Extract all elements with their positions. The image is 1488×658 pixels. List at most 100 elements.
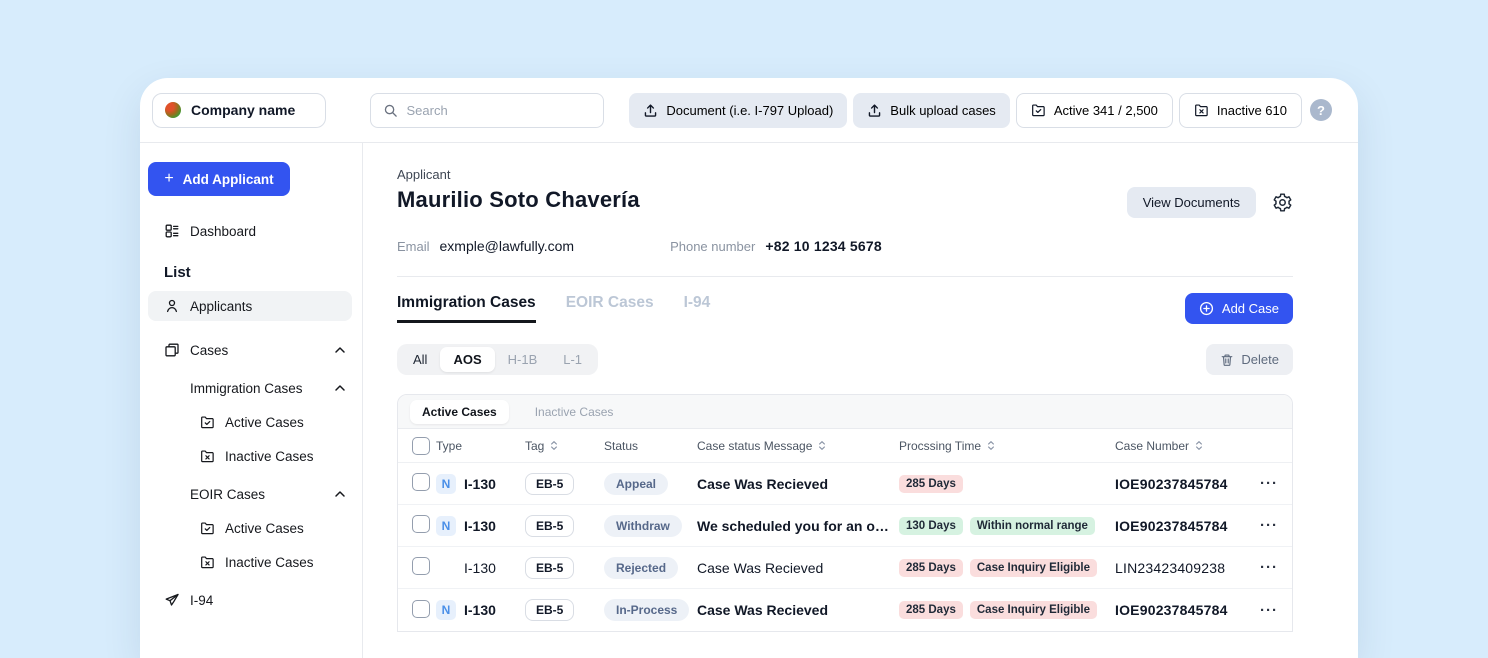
case-type: I-130 [464, 518, 496, 534]
plus-icon: + [164, 171, 173, 187]
select-all-checkbox[interactable] [412, 437, 430, 455]
sidebar-item-cases[interactable]: Cases [148, 335, 352, 365]
case-status-message: Case Was Recieved [697, 602, 899, 618]
chevron-up-icon[interactable] [334, 384, 346, 392]
tab-immigration-cases[interactable]: Immigration Cases [397, 294, 536, 323]
circle-plus-icon [1199, 301, 1214, 316]
sidebar-item-immigration-active-cases[interactable]: Active Cases [148, 407, 352, 437]
help-icon[interactable]: ? [1310, 99, 1332, 121]
bulk-upload-button[interactable]: Bulk upload cases [853, 93, 1010, 128]
app-window: Company name Document (i.e. I-797 Upload… [140, 78, 1358, 658]
company-logo [165, 102, 181, 118]
trash-icon [1220, 353, 1234, 367]
table-row[interactable]: N I-130 EB-5 Appeal Case Was Recieved 28… [398, 463, 1292, 505]
sidebar-item-applicants[interactable]: Applicants [148, 291, 352, 321]
gear-icon[interactable] [1272, 192, 1293, 213]
column-case-status-message[interactable]: Case status Message [697, 439, 899, 453]
folder-x-icon [200, 555, 215, 570]
dashboard-icon [164, 223, 180, 239]
active-cases-counter-button[interactable]: Active 341 / 2,500 [1016, 93, 1173, 128]
filter-all[interactable]: All [400, 347, 440, 372]
tag-pill: EB-5 [525, 557, 574, 579]
row-checkbox[interactable] [412, 557, 430, 575]
sort-icon[interactable] [1194, 440, 1204, 451]
person-icon [164, 298, 180, 314]
table-row[interactable]: N I-130 EB-5 In-Process Case Was Recieve… [398, 589, 1292, 631]
tab-eoir-cases[interactable]: EOIR Cases [566, 294, 654, 323]
tab-inactive-cases[interactable]: Inactive Cases [523, 400, 626, 424]
inactive-cases-counter-button[interactable]: Inactive 610 [1179, 93, 1302, 128]
filter-aos[interactable]: AOS [440, 347, 494, 372]
status-badge: Rejected [604, 557, 678, 579]
chevron-up-icon[interactable] [334, 346, 346, 354]
main-content: Applicant Maurilio Soto Chavería View Do… [363, 143, 1358, 658]
processing-note-badge: Case Inquiry Eligible [970, 559, 1097, 577]
status-badge: Appeal [604, 473, 668, 495]
tab-i94[interactable]: I-94 [684, 294, 711, 323]
status-badge: Withdraw [604, 515, 682, 537]
tab-active-cases[interactable]: Active Cases [410, 400, 509, 424]
search-box[interactable] [370, 93, 604, 128]
processing-time-badge: 285 Days [899, 559, 963, 577]
search-input[interactable] [406, 103, 591, 118]
sort-icon[interactable] [549, 440, 559, 451]
folder-x-icon [200, 449, 215, 464]
status-badge: In-Process [604, 599, 689, 621]
sort-icon[interactable] [817, 440, 827, 451]
case-status-message: Case Was Recieved [697, 560, 899, 576]
email-label: Email [397, 239, 430, 254]
row-checkbox[interactable] [412, 473, 430, 491]
chevron-up-icon[interactable] [334, 490, 346, 498]
column-type: Type [436, 439, 525, 453]
phone-label: Phone number [670, 239, 755, 254]
column-processing-time[interactable]: Procssing Time [899, 439, 1115, 453]
document-upload-button[interactable]: Document (i.e. I-797 Upload) [629, 93, 847, 128]
row-checkbox[interactable] [412, 600, 430, 618]
sidebar-item-immigration-inactive-cases[interactable]: Inactive Cases [148, 441, 352, 471]
filter-l1[interactable]: L-1 [550, 347, 595, 372]
column-tag[interactable]: Tag [525, 439, 604, 453]
row-menu-button[interactable]: ··· [1260, 517, 1278, 534]
row-menu-button[interactable]: ··· [1260, 559, 1278, 576]
delete-button[interactable]: Delete [1206, 344, 1293, 375]
case-number: IOE90237845784 [1115, 602, 1260, 618]
row-checkbox[interactable] [412, 515, 430, 533]
sort-icon[interactable] [986, 440, 996, 451]
case-type: I-130 [464, 602, 496, 618]
processing-time-badge: 285 Days [899, 475, 963, 493]
upload-icon [867, 103, 882, 118]
sidebar-item-i94[interactable]: I-94 [148, 585, 352, 615]
company-name: Company name [191, 102, 295, 118]
column-status: Status [604, 439, 697, 453]
view-documents-button[interactable]: View Documents [1127, 187, 1256, 218]
sidebar-item-eoir-cases[interactable]: EOIR Cases [148, 479, 352, 509]
top-bar: Company name Document (i.e. I-797 Upload… [140, 78, 1358, 143]
sidebar-item-eoir-active-cases[interactable]: Active Cases [148, 513, 352, 543]
add-case-button[interactable]: Add Case [1185, 293, 1293, 324]
processing-note-badge: Case Inquiry Eligible [970, 601, 1097, 619]
table-row[interactable]: N I-130 EB-5 Withdraw We scheduled you f… [398, 505, 1292, 547]
upload-icon [643, 103, 658, 118]
sidebar-item-dashboard[interactable]: Dashboard [148, 216, 352, 246]
row-menu-button[interactable]: ··· [1260, 475, 1278, 492]
case-number: LIN23423409238 [1115, 560, 1260, 576]
tag-pill: EB-5 [525, 599, 574, 621]
new-badge: N [436, 516, 456, 536]
processing-time-badge: 285 Days [899, 601, 963, 619]
case-list-tabs: Active Cases Inactive Cases [398, 395, 1292, 429]
row-menu-button[interactable]: ··· [1260, 602, 1278, 619]
airplane-icon [164, 592, 180, 608]
new-badge: N [436, 600, 456, 620]
case-tabs: Immigration Cases EOIR Cases I-94 Add Ca… [397, 293, 1293, 324]
company-selector[interactable]: Company name [152, 93, 326, 128]
sidebar-item-eoir-inactive-cases[interactable]: Inactive Cases [148, 547, 352, 577]
case-type: I-130 [464, 476, 496, 492]
email-value: exmple@lawfully.com [440, 238, 575, 254]
case-number: IOE90237845784 [1115, 518, 1260, 534]
sidebar-item-immigration-cases[interactable]: Immigration Cases [148, 373, 352, 403]
column-case-number[interactable]: Case Number [1115, 439, 1260, 453]
table-row[interactable]: I-130 EB-5 Rejected Case Was Recieved 28… [398, 547, 1292, 589]
folder-check-icon [200, 415, 215, 430]
add-applicant-button[interactable]: + Add Applicant [148, 162, 290, 196]
filter-h1b[interactable]: H-1B [495, 347, 551, 372]
